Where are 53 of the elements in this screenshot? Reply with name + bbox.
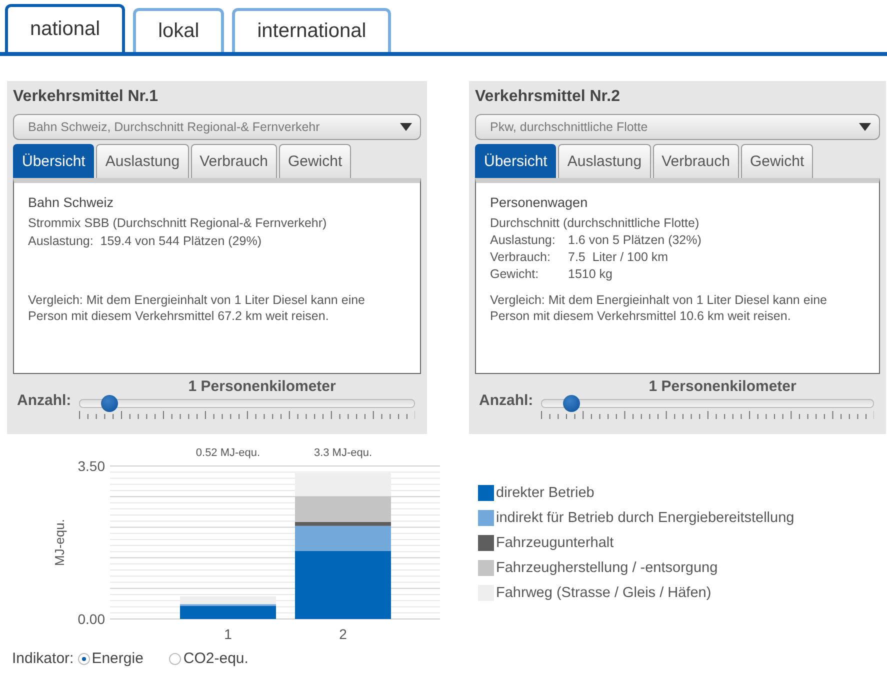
category-label: 2 <box>339 626 347 642</box>
info-heading: Bahn Schweiz <box>28 194 115 212</box>
tab[interactable]: Auslastung <box>558 144 651 178</box>
info-text: Auslastung: 159.4 von 544 Plätzen (29%) <box>28 233 262 250</box>
category-label: 1 <box>224 626 232 642</box>
dropdown[interactable]: Pkw, durchschnittliche Flotte <box>475 114 880 140</box>
comparison-text: Vergleich: Mit dem Energieinhalt von 1 Liter Diesel kann eine Person mit diesem Verkehrsmittel 10.6 km weit reisen. <box>490 292 828 324</box>
info-text: Durchschnitt (durchschnittliche Flotte) <box>490 215 700 232</box>
legend-label: Fahrzeugunterhalt <box>496 534 614 552</box>
value-label: 0.52 MJ-equ. <box>196 447 260 459</box>
info-label: Auslastung: <box>490 232 556 249</box>
info-text: Strommix SBB (Durchschnitt Regional-& Fernverkehr) <box>28 215 328 232</box>
tab[interactable]: Gewicht <box>278 144 352 178</box>
legend-label: Fahrzeugherstellung / -entsorgung <box>496 559 718 577</box>
tab[interactable]: lokal <box>133 8 224 52</box>
axis-tick-label: 3.50 <box>78 458 105 474</box>
slider-reading: 1 Personenkilometer <box>648 378 796 395</box>
tab[interactable]: Verbrauch <box>652 144 739 178</box>
radio-button[interactable] <box>78 652 90 664</box>
dropdown[interactable]: Bahn Schweiz, Durchschnitt Regional-& Fernverkehr <box>13 114 421 140</box>
slider-reading: 1 Personenkilometer <box>188 378 336 395</box>
radio-option[interactable]: CO2-equ. <box>169 650 248 667</box>
panel-title: Verkehrsmittel Nr.2 <box>475 87 621 107</box>
legend-label: indirekt für Betrieb durch Energiebereitstellung <box>496 509 794 527</box>
info-label: Verbrauch: <box>490 249 552 266</box>
info-value: 1.6 von 5 Plätzen (32%) <box>568 232 702 249</box>
info-value: 1510 kg <box>568 266 612 283</box>
tab[interactable]: Übersicht <box>13 144 94 178</box>
radio-option[interactable]: Energie <box>78 650 144 667</box>
slider-thumb[interactable] <box>101 395 118 412</box>
tab[interactable]: Auslastung <box>96 144 189 178</box>
info-value: 7.5 Liter / 100 km <box>568 249 668 266</box>
tab[interactable]: Übersicht <box>475 144 556 178</box>
value-label: 3.3 MJ-equ. <box>314 447 372 459</box>
caret-icon <box>859 123 871 131</box>
legend-label: direkter Betrieb <box>496 484 594 502</box>
axis-title: MJ-equ. <box>52 519 67 566</box>
tab[interactable]: national <box>5 4 126 52</box>
axis-tick-label: 0.00 <box>78 611 105 627</box>
tab[interactable]: international <box>232 8 392 52</box>
tab[interactable]: Verbrauch <box>190 144 277 178</box>
comparison-text: Vergleich: Mit dem Energieinhalt von 1 Liter Diesel kann eine Person mit diesem Verkehrsmittel 67.2 km weit reisen. <box>28 292 366 324</box>
caret-icon <box>400 123 412 131</box>
radio-button[interactable] <box>169 652 182 664</box>
slider-thumb[interactable] <box>562 395 580 412</box>
slider-label: Anzahl: <box>17 392 72 411</box>
panel-title: Verkehrsmittel Nr.1 <box>13 87 159 107</box>
indicator-label: Indikator: <box>12 650 74 667</box>
tab[interactable]: Gewicht <box>740 144 814 178</box>
info-label: Gewicht: <box>490 266 540 283</box>
slider-label: Anzahl: <box>479 392 534 411</box>
legend-label: Fahrweg (Strasse / Gleis / Häfen) <box>496 584 712 602</box>
info-heading: Personenwagen <box>490 194 589 212</box>
